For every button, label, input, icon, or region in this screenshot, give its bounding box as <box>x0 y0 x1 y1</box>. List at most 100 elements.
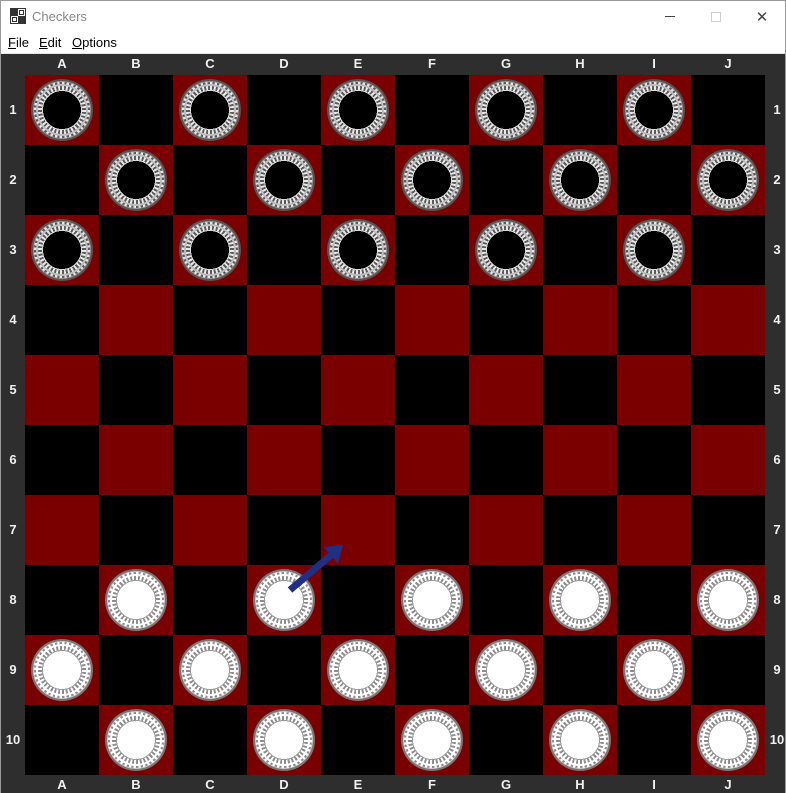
square-H3[interactable] <box>543 215 617 285</box>
square-H5[interactable] <box>543 355 617 425</box>
square-E7[interactable] <box>321 495 395 565</box>
square-G4[interactable] <box>469 285 543 355</box>
square-C6[interactable] <box>173 425 247 495</box>
square-A7[interactable] <box>25 495 99 565</box>
square-G8[interactable] <box>469 565 543 635</box>
black-piece-J2[interactable] <box>699 151 757 209</box>
square-C4[interactable] <box>173 285 247 355</box>
black-piece-C1[interactable] <box>181 81 239 139</box>
white-piece-I9[interactable] <box>625 641 683 699</box>
square-A5[interactable] <box>25 355 99 425</box>
square-B7[interactable] <box>99 495 173 565</box>
square-E10[interactable] <box>321 705 395 775</box>
square-F1[interactable] <box>395 75 469 145</box>
square-E2[interactable] <box>321 145 395 215</box>
black-piece-F2[interactable] <box>403 151 461 209</box>
square-C2[interactable] <box>173 145 247 215</box>
square-J9[interactable] <box>691 635 765 705</box>
black-piece-C3[interactable] <box>181 221 239 279</box>
black-piece-G1[interactable] <box>477 81 535 139</box>
white-piece-G9[interactable] <box>477 641 535 699</box>
square-F7[interactable] <box>395 495 469 565</box>
square-G7[interactable] <box>469 495 543 565</box>
square-G10[interactable] <box>469 705 543 775</box>
black-piece-A1[interactable] <box>33 81 91 139</box>
square-I4[interactable] <box>617 285 691 355</box>
white-piece-H8[interactable] <box>551 571 609 629</box>
white-piece-D8[interactable] <box>255 571 313 629</box>
minimize-button[interactable] <box>647 1 693 32</box>
square-G5[interactable] <box>469 355 543 425</box>
square-E8[interactable] <box>321 565 395 635</box>
square-B6[interactable] <box>99 425 173 495</box>
white-piece-H10[interactable] <box>551 711 609 769</box>
black-piece-H2[interactable] <box>551 151 609 209</box>
white-piece-B8[interactable] <box>107 571 165 629</box>
menu-file[interactable]: File <box>8 35 29 50</box>
square-D4[interactable] <box>247 285 321 355</box>
square-J7[interactable] <box>691 495 765 565</box>
square-F5[interactable] <box>395 355 469 425</box>
white-piece-J10[interactable] <box>699 711 757 769</box>
square-I8[interactable] <box>617 565 691 635</box>
black-piece-D2[interactable] <box>255 151 313 209</box>
square-A8[interactable] <box>25 565 99 635</box>
maximize-button[interactable] <box>693 1 739 32</box>
square-B4[interactable] <box>99 285 173 355</box>
square-I10[interactable] <box>617 705 691 775</box>
square-J1[interactable] <box>691 75 765 145</box>
square-H1[interactable] <box>543 75 617 145</box>
square-E4[interactable] <box>321 285 395 355</box>
square-B3[interactable] <box>99 215 173 285</box>
white-piece-F10[interactable] <box>403 711 461 769</box>
square-A10[interactable] <box>25 705 99 775</box>
black-piece-I3[interactable] <box>625 221 683 279</box>
square-F3[interactable] <box>395 215 469 285</box>
checkers-board[interactable] <box>25 75 765 775</box>
square-J6[interactable] <box>691 425 765 495</box>
menu-options[interactable]: Options <box>72 35 117 50</box>
white-piece-F8[interactable] <box>403 571 461 629</box>
square-I7[interactable] <box>617 495 691 565</box>
square-D7[interactable] <box>247 495 321 565</box>
square-C7[interactable] <box>173 495 247 565</box>
square-F4[interactable] <box>395 285 469 355</box>
white-piece-E9[interactable] <box>329 641 387 699</box>
square-J5[interactable] <box>691 355 765 425</box>
square-D1[interactable] <box>247 75 321 145</box>
square-I6[interactable] <box>617 425 691 495</box>
square-A4[interactable] <box>25 285 99 355</box>
white-piece-B10[interactable] <box>107 711 165 769</box>
black-piece-I1[interactable] <box>625 81 683 139</box>
square-B1[interactable] <box>99 75 173 145</box>
square-J3[interactable] <box>691 215 765 285</box>
square-E6[interactable] <box>321 425 395 495</box>
square-A2[interactable] <box>25 145 99 215</box>
square-H6[interactable] <box>543 425 617 495</box>
white-piece-D10[interactable] <box>255 711 313 769</box>
white-piece-A9[interactable] <box>33 641 91 699</box>
square-E5[interactable] <box>321 355 395 425</box>
square-C8[interactable] <box>173 565 247 635</box>
white-piece-J8[interactable] <box>699 571 757 629</box>
square-D6[interactable] <box>247 425 321 495</box>
square-D9[interactable] <box>247 635 321 705</box>
square-D5[interactable] <box>247 355 321 425</box>
square-H7[interactable] <box>543 495 617 565</box>
square-F6[interactable] <box>395 425 469 495</box>
square-B5[interactable] <box>99 355 173 425</box>
square-H4[interactable] <box>543 285 617 355</box>
square-G2[interactable] <box>469 145 543 215</box>
close-button[interactable]: ✕ <box>739 1 785 32</box>
square-J4[interactable] <box>691 285 765 355</box>
square-I5[interactable] <box>617 355 691 425</box>
black-piece-A3[interactable] <box>33 221 91 279</box>
black-piece-E3[interactable] <box>329 221 387 279</box>
square-F9[interactable] <box>395 635 469 705</box>
square-I2[interactable] <box>617 145 691 215</box>
square-C10[interactable] <box>173 705 247 775</box>
menu-edit[interactable]: Edit <box>39 35 61 50</box>
square-H9[interactable] <box>543 635 617 705</box>
black-piece-G3[interactable] <box>477 221 535 279</box>
square-G6[interactable] <box>469 425 543 495</box>
